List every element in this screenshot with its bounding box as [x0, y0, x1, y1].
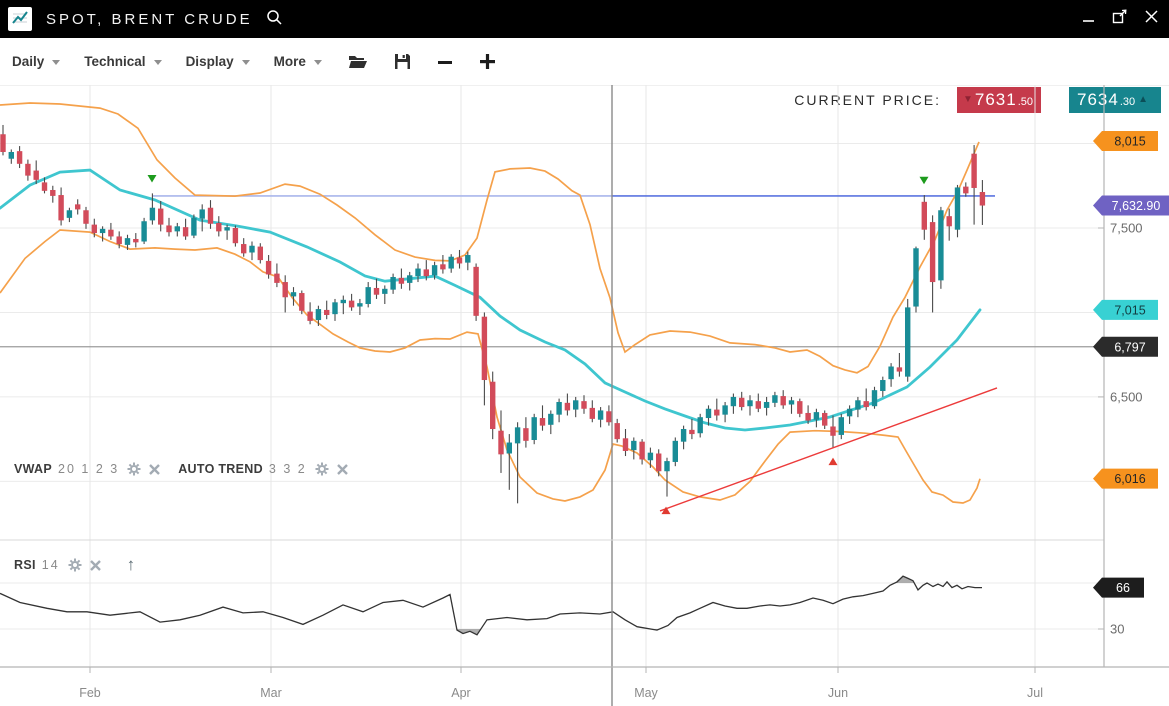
vwap-settings-gear-icon[interactable] — [127, 462, 141, 476]
buy-signal-marker — [829, 458, 838, 466]
price-tag-label: 7,632.90 — [1112, 199, 1161, 213]
expand-panel-arrow-icon[interactable]: ↑ — [127, 555, 136, 575]
auto-trend-legend-params: 3 3 2 — [269, 462, 307, 476]
y-axis-label: 7,500 — [1110, 221, 1143, 236]
rsi-legend-params: 14 — [42, 558, 60, 572]
rsi-settings-gear-icon[interactable] — [68, 558, 82, 572]
x-axis-label: Mar — [260, 686, 282, 700]
price-chart-canvas[interactable]: FebMarAprMayJunJul7,5006,50070308,0157,6… — [0, 0, 1169, 706]
auto-trend-legend-name: AUTO TREND — [178, 462, 263, 476]
auto-trend-close-icon[interactable] — [337, 464, 348, 475]
rsi-legend-name: RSI — [14, 558, 36, 572]
price-tag-label: 8,015 — [1114, 135, 1145, 149]
app-window: SPOT, BRENT CRUDE — [0, 0, 1169, 706]
rsi-close-icon[interactable] — [90, 560, 101, 571]
vwap-legend-params: 20 1 2 3 — [58, 462, 119, 476]
x-axis-label: May — [634, 686, 658, 700]
price-tag-label: 6,016 — [1114, 472, 1145, 486]
price-tag-label: 7,015 — [1114, 303, 1145, 317]
y-axis-label: 30 — [1110, 622, 1124, 637]
x-axis-label: Jun — [828, 686, 848, 700]
overlay-legend-row: VWAP 20 1 2 3 AUTO TREND 3 3 2 — [14, 462, 348, 476]
x-axis-label: Feb — [79, 686, 101, 700]
rsi-indicator — [0, 576, 982, 635]
x-axis-label: Apr — [451, 686, 470, 700]
sell-signal-marker — [920, 177, 929, 185]
sell-signal-marker — [148, 175, 157, 183]
price-tag-label: 66 — [1116, 581, 1130, 595]
y-axis-label: 6,500 — [1110, 389, 1143, 404]
price-tag-label: 6,797 — [1114, 340, 1145, 354]
auto-trend-settings-gear-icon[interactable] — [315, 462, 329, 476]
x-axis-label: Jul — [1027, 686, 1043, 700]
vwap-legend-name: VWAP — [14, 462, 52, 476]
vwap-close-icon[interactable] — [149, 464, 160, 475]
rsi-legend-row: RSI 14 ↑ — [14, 555, 135, 575]
